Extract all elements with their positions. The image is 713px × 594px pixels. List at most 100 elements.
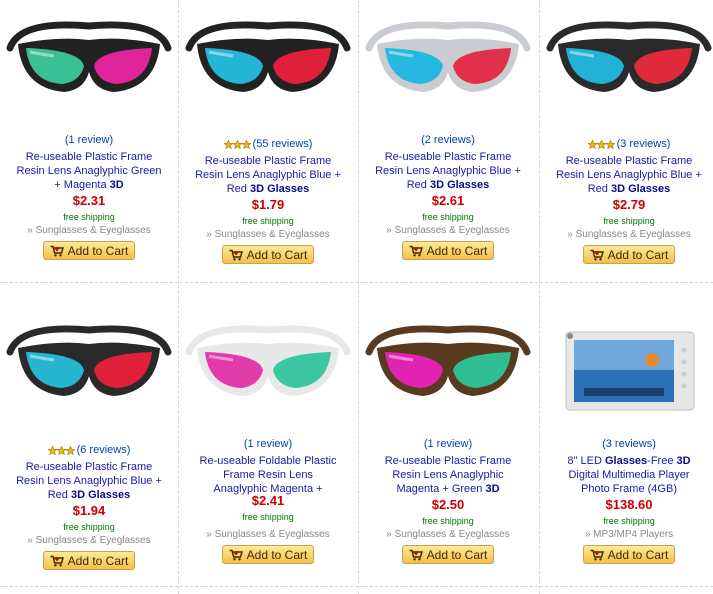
product-image[interactable] bbox=[179, 304, 357, 429]
add-to-cart-label: Add to Cart bbox=[607, 247, 669, 262]
star-icon bbox=[47, 445, 57, 455]
add-to-cart-label: Add to Cart bbox=[67, 553, 129, 568]
star-icon bbox=[596, 139, 606, 149]
product-grid: (1 review) Re-useable Plastic Frame Resin… bbox=[0, 0, 713, 594]
category-link[interactable]: » MP3/MP4 Players bbox=[540, 529, 713, 540]
product-image[interactable] bbox=[0, 0, 178, 125]
free-shipping-label: free shipping bbox=[242, 216, 294, 226]
review-row: (1 review) bbox=[0, 132, 178, 148]
add-to-cart-button[interactable]: Add to Cart bbox=[402, 241, 494, 260]
free-shipping-label: free shipping bbox=[422, 516, 474, 526]
free-shipping-label: free shipping bbox=[63, 522, 115, 532]
free-shipping-label: free shipping bbox=[422, 212, 474, 222]
cart-icon bbox=[590, 549, 604, 560]
product-image[interactable] bbox=[359, 0, 537, 125]
add-to-cart-button[interactable]: Add to Cart bbox=[583, 545, 675, 564]
title-text: 8" LED bbox=[567, 455, 605, 467]
star-icon bbox=[223, 139, 233, 149]
price: $2.61 bbox=[431, 193, 465, 208]
product-title-link[interactable]: Re-useable Plastic Frame Resin Lens Anag… bbox=[556, 154, 702, 196]
add-to-cart-label: Add to Cart bbox=[607, 547, 669, 562]
add-to-cart-label: Add to Cart bbox=[426, 243, 488, 258]
product-image[interactable] bbox=[179, 0, 357, 125]
review-row: (1 review) bbox=[179, 436, 357, 452]
reviews-link[interactable]: (1 review) bbox=[65, 134, 113, 146]
product-card: (2 reviews) Re-useable Plastic Frame Resi… bbox=[359, 0, 537, 290]
cart-icon bbox=[409, 549, 423, 560]
reviews-link[interactable]: (1 review) bbox=[424, 438, 472, 450]
product-image[interactable] bbox=[540, 304, 713, 429]
add-to-cart-label: Add to Cart bbox=[426, 547, 488, 562]
price: $2.79 bbox=[612, 197, 646, 212]
add-to-cart-button[interactable]: Add to Cart bbox=[583, 245, 675, 264]
category-link[interactable]: » Sunglasses & Eyeglasses bbox=[359, 225, 537, 236]
cart-icon bbox=[409, 245, 423, 256]
title-text: 3D Glasses bbox=[249, 183, 310, 195]
title-text: 3D bbox=[676, 455, 691, 467]
review-row: (2 reviews) bbox=[359, 132, 537, 148]
product-title-link[interactable]: Re-useable Plastic Frame Resin Lens Anag… bbox=[16, 150, 162, 192]
product-card: (3 reviews) 8" LED Glasses-Free 3D Digita… bbox=[540, 304, 713, 594]
category-link[interactable]: » Sunglasses & Eyeglasses bbox=[540, 229, 713, 240]
price: $2.31 bbox=[72, 193, 106, 208]
category-link[interactable]: » Sunglasses & Eyeglasses bbox=[0, 535, 178, 546]
add-to-cart-button[interactable]: Add to Cart bbox=[43, 241, 135, 260]
title-text: 3D bbox=[109, 179, 124, 191]
add-to-cart-label: Add to Cart bbox=[246, 547, 308, 562]
add-to-cart-label: Add to Cart bbox=[67, 243, 129, 258]
price: $2.41 bbox=[251, 493, 285, 508]
product-title-link[interactable]: Re-useable Plastic Frame Resin Lens Anag… bbox=[375, 454, 521, 496]
title-text: Re-useable Foldable Plastic Frame Resin … bbox=[199, 455, 337, 495]
title-text: 3D Glasses bbox=[610, 183, 671, 195]
product-title-link[interactable]: 8" LED Glasses-Free 3D Digital Multimedi… bbox=[556, 454, 702, 496]
product-title-link[interactable]: Re-useable Plastic Frame Resin Lens Anag… bbox=[195, 154, 341, 196]
title-text: 3D bbox=[485, 483, 500, 495]
title-text: -Free bbox=[647, 455, 677, 467]
category-link[interactable]: » Sunglasses & Eyeglasses bbox=[0, 225, 178, 236]
star-icon bbox=[232, 139, 242, 149]
category-link[interactable]: » Sunglasses & Eyeglasses bbox=[179, 229, 357, 240]
add-to-cart-button[interactable]: Add to Cart bbox=[222, 245, 314, 264]
product-title-link[interactable]: Re-useable Plastic Frame Resin Lens Anag… bbox=[16, 460, 162, 502]
star-icon bbox=[605, 139, 615, 149]
product-card: (1 review) Re-useable Foldable Plastic Fr… bbox=[179, 304, 357, 594]
cart-icon bbox=[50, 245, 64, 256]
review-row: (1 review) bbox=[359, 436, 537, 452]
product-image[interactable] bbox=[359, 304, 537, 429]
title-text: 3D Glasses bbox=[429, 179, 490, 191]
reviews-link[interactable]: (3 reviews) bbox=[602, 438, 656, 450]
reviews-link[interactable]: (6 reviews) bbox=[77, 444, 131, 456]
title-text: Re-useable Plastic Frame Resin Lens Anag… bbox=[16, 151, 162, 191]
add-to-cart-button[interactable]: Add to Cart bbox=[402, 545, 494, 564]
product-card: (6 reviews) Re-useable Plastic Frame Resi… bbox=[0, 304, 178, 594]
reviews-link[interactable]: (55 reviews) bbox=[253, 138, 313, 150]
product-title-link[interactable]: Re-useable Plastic Frame Resin Lens Anag… bbox=[375, 150, 521, 192]
add-to-cart-button[interactable]: Add to Cart bbox=[222, 545, 314, 564]
price: $2.50 bbox=[431, 497, 465, 512]
free-shipping-label: free shipping bbox=[63, 212, 115, 222]
reviews-link[interactable]: (2 reviews) bbox=[421, 134, 475, 146]
star-icon bbox=[587, 139, 597, 149]
review-row: (3 reviews) bbox=[540, 136, 713, 152]
product-card: (1 review) Re-useable Plastic Frame Resin… bbox=[359, 304, 537, 594]
review-row: (3 reviews) bbox=[540, 436, 713, 452]
star-rating bbox=[223, 139, 251, 149]
star-icon bbox=[56, 445, 66, 455]
category-link[interactable]: » Sunglasses & Eyeglasses bbox=[179, 529, 357, 540]
price: $138.60 bbox=[605, 497, 653, 512]
product-image[interactable] bbox=[0, 304, 178, 429]
price: $1.94 bbox=[72, 503, 106, 518]
title-text: 3D Glasses bbox=[70, 489, 131, 501]
product-title-link[interactable]: Re-useable Foldable Plastic Frame Resin … bbox=[195, 454, 341, 496]
product-card: (1 review) Re-useable Plastic Frame Resin… bbox=[0, 0, 178, 290]
add-to-cart-button[interactable]: Add to Cart bbox=[43, 551, 135, 570]
product-image[interactable] bbox=[540, 0, 713, 125]
free-shipping-label: free shipping bbox=[242, 512, 294, 522]
reviews-link[interactable]: (1 review) bbox=[244, 438, 292, 450]
cart-icon bbox=[229, 249, 243, 260]
star-rating bbox=[47, 445, 75, 455]
cart-icon bbox=[590, 249, 604, 260]
review-row: (55 reviews) bbox=[179, 136, 357, 152]
reviews-link[interactable]: (3 reviews) bbox=[617, 138, 671, 150]
category-link[interactable]: » Sunglasses & Eyeglasses bbox=[359, 529, 537, 540]
